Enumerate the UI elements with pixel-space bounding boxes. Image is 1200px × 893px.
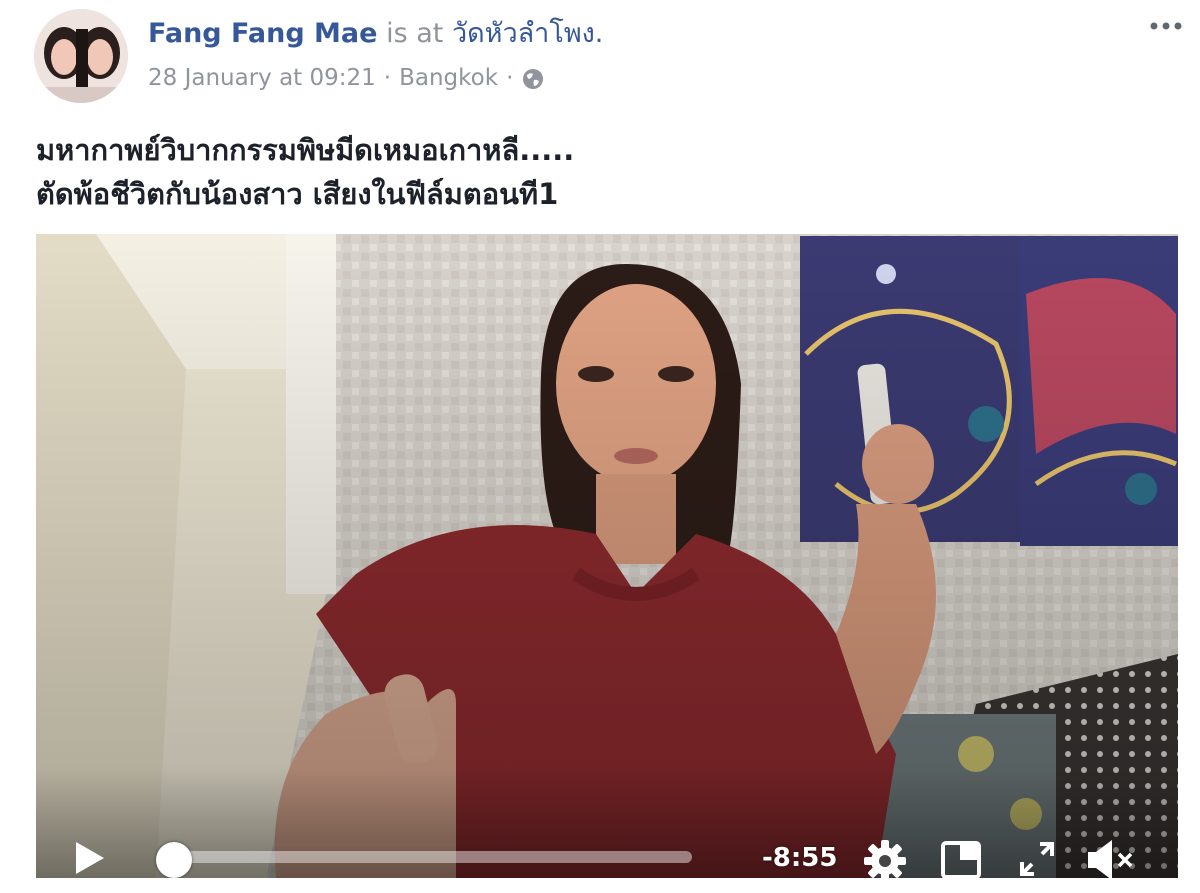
post-text-line: มหากาพย์วิบากกรรมพิษมีดเหมอเกาหลี.....: [36, 133, 575, 167]
gear-icon[interactable]: [862, 838, 908, 878]
post-text: มหากาพย์วิบากกรรมพิษมีดเหมอเกาหลี..... ต…: [36, 128, 1166, 216]
place-link[interactable]: วัดหัวลำโพง.: [452, 18, 603, 49]
facebook-post: Fang Fang Mae is at วัดหัวลำโพง. 28 Janu…: [0, 0, 1200, 893]
author-line: Fang Fang Mae is at วัดหัวลำโพง.: [148, 14, 603, 54]
progress-bar[interactable]: [164, 851, 692, 863]
meta-separator: ·: [383, 65, 392, 91]
more-options-icon[interactable]: [1146, 12, 1186, 40]
timestamp-link[interactable]: 28 January at 09:21: [148, 60, 376, 96]
picture-in-picture-icon[interactable]: [940, 840, 982, 878]
fullscreen-icon[interactable]: [1018, 840, 1056, 878]
video-player[interactable]: -8:55: [36, 234, 1178, 878]
post-meta: 28 January at 09:21 · Bangkok ·: [148, 60, 545, 96]
globe-icon[interactable]: [521, 66, 545, 90]
progress-scrubber[interactable]: [156, 842, 192, 878]
author-avatar[interactable]: [34, 9, 128, 103]
muted-speaker-icon[interactable]: [1086, 838, 1138, 878]
play-icon[interactable]: [72, 840, 106, 876]
meta-separator-2: ·: [506, 65, 514, 91]
video-controls: -8:55: [36, 768, 1178, 878]
is-at-label: is at: [386, 18, 444, 49]
location-link[interactable]: Bangkok: [399, 60, 498, 96]
author-name-link[interactable]: Fang Fang Mae: [148, 18, 377, 49]
avatar-image: [34, 9, 128, 103]
post-text-line: ตัดพ้อชีวิตกับน้องสาว เสียงในฟีล์มตอนที1: [36, 177, 559, 211]
remaining-time: -8:55: [762, 843, 838, 873]
